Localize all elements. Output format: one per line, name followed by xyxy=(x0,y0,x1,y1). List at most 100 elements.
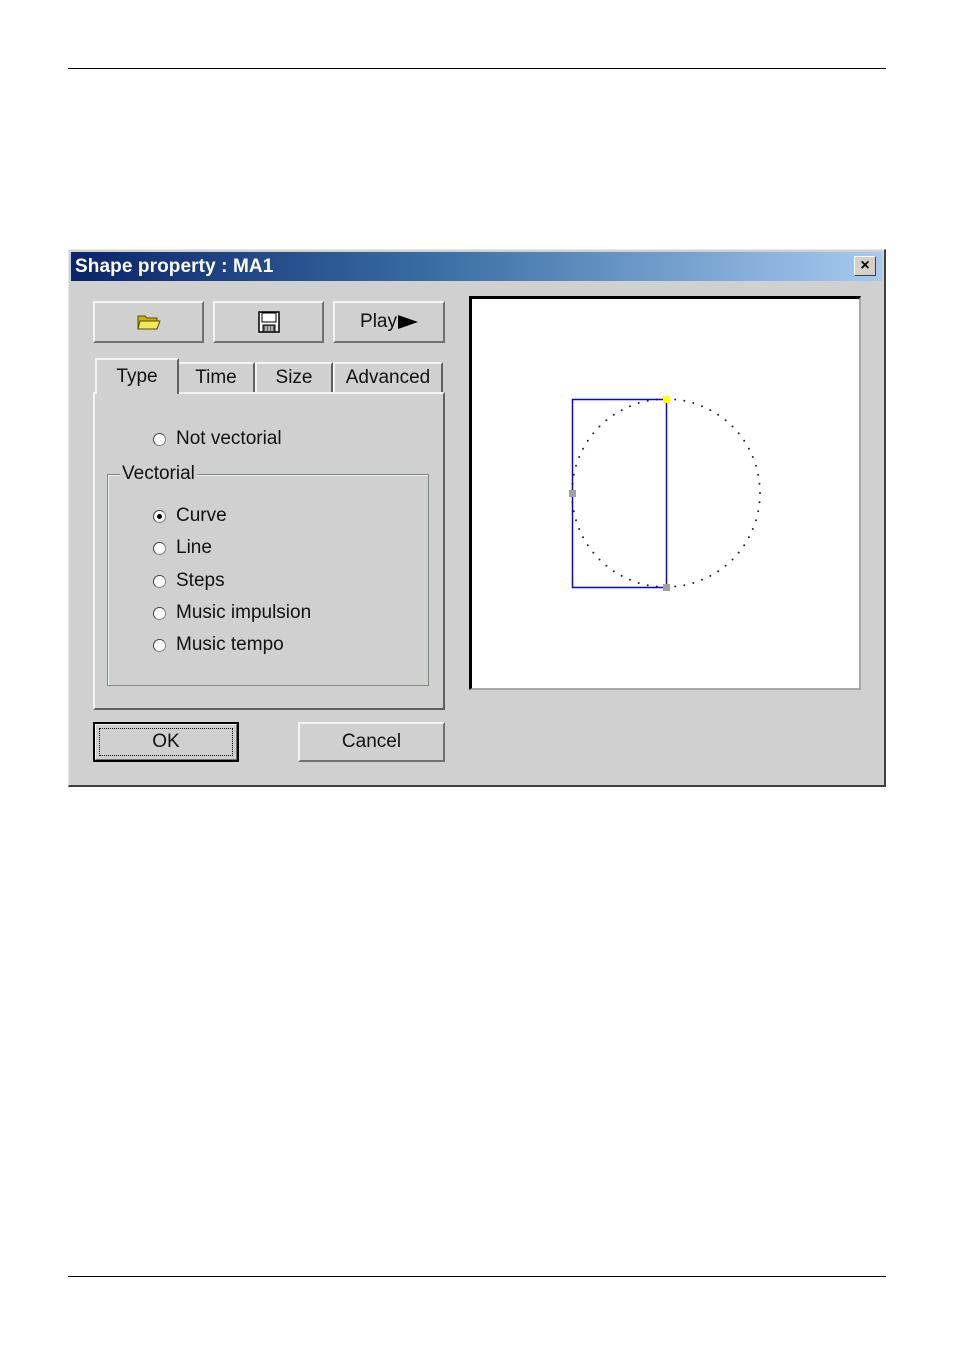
radio-music-tempo[interactable]: Music tempo xyxy=(153,634,284,656)
curve-point xyxy=(620,409,623,412)
title-bar[interactable]: Shape property : MA1 × xyxy=(71,252,882,281)
curve-point xyxy=(757,473,760,476)
tab-advanced-label: Advanced xyxy=(345,367,431,388)
curve-point xyxy=(737,432,740,435)
header-rule xyxy=(68,68,886,69)
curve-point xyxy=(592,551,595,554)
curve-point xyxy=(701,405,703,408)
radio-button[interactable] xyxy=(153,606,166,620)
curve-point xyxy=(747,536,750,539)
cancel-button[interactable]: Cancel xyxy=(298,722,445,762)
floppy-disk-icon xyxy=(257,311,280,333)
ok-label: OK xyxy=(152,731,180,752)
curve-point xyxy=(620,574,623,577)
curve-point xyxy=(674,585,677,588)
curve-point xyxy=(759,492,761,494)
radio-button[interactable] xyxy=(153,541,166,555)
save-button[interactable] xyxy=(213,301,324,343)
ok-button[interactable]: OK xyxy=(93,722,239,762)
curve-point xyxy=(637,582,640,584)
dialog-title: Shape property : MA1 xyxy=(75,255,274,277)
radio-steps[interactable]: Steps xyxy=(153,570,225,592)
footer-rule xyxy=(68,1276,886,1277)
vectorial-group-label: Vectorial xyxy=(120,463,197,485)
radio-label: Not vectorial xyxy=(176,428,282,449)
curve-point xyxy=(598,558,601,561)
preview-drawing xyxy=(569,396,761,591)
active-handle[interactable] xyxy=(663,396,670,403)
curve-point xyxy=(575,464,577,467)
curve-point xyxy=(646,584,649,587)
resize-handle[interactable] xyxy=(569,490,576,497)
curve-point xyxy=(674,398,677,401)
radio-label: Curve xyxy=(176,505,227,526)
tab-advanced[interactable]: Advanced xyxy=(333,362,443,392)
curve-point xyxy=(755,464,757,467)
radio-button[interactable] xyxy=(153,509,166,523)
cancel-label: Cancel xyxy=(341,731,402,752)
tab-type-label: Type xyxy=(116,366,158,387)
curve-point xyxy=(747,447,750,450)
shape-property-dialog: Shape property : MA1 × Play Type Time Si… xyxy=(68,249,886,787)
radio-label: Steps xyxy=(176,570,225,591)
curve-point xyxy=(751,456,754,458)
shape-preview-canvas[interactable] xyxy=(469,296,861,690)
resize-handle[interactable] xyxy=(663,584,670,591)
curve-point xyxy=(709,574,712,577)
radio-curve[interactable]: Curve xyxy=(153,505,227,527)
curve-point xyxy=(758,501,761,504)
curve-point xyxy=(737,551,740,554)
curve-point xyxy=(709,409,712,412)
curve-point xyxy=(724,564,727,567)
open-button[interactable] xyxy=(93,301,204,343)
folder-open-icon xyxy=(136,315,161,330)
curve-point xyxy=(758,482,761,485)
radio-label: Music impulsion xyxy=(176,602,312,623)
tab-time[interactable]: Time xyxy=(177,362,255,392)
curve-point xyxy=(743,544,746,547)
play-arrow-icon xyxy=(397,315,418,329)
curve-point xyxy=(717,413,720,416)
curve-point xyxy=(637,402,640,404)
type-tab-panel: Not vectorial Vectorial Curve Line Steps… xyxy=(93,392,445,710)
radio-label: Line xyxy=(176,537,212,558)
curve-point xyxy=(701,578,703,581)
radio-button[interactable] xyxy=(153,638,166,652)
curve-point xyxy=(582,447,585,450)
play-button[interactable]: Play xyxy=(333,301,445,343)
curve-point xyxy=(629,405,631,408)
curve-point xyxy=(743,439,746,442)
curve-point xyxy=(586,439,589,442)
curve-point xyxy=(605,419,608,422)
close-button[interactable]: × xyxy=(854,256,876,276)
curve-point xyxy=(575,519,577,522)
curve-point xyxy=(598,425,601,428)
curve-point xyxy=(751,528,754,530)
curve-point xyxy=(757,510,760,513)
selection-rectangle xyxy=(571,398,668,589)
curve-point xyxy=(692,402,695,404)
radio-music-impulsion[interactable]: Music impulsion xyxy=(153,602,311,624)
radio-button[interactable] xyxy=(153,574,166,588)
curve-point xyxy=(683,399,686,402)
radio-not-vectorial[interactable]: Not vectorial xyxy=(153,428,282,450)
curve-point xyxy=(612,570,615,573)
curve-point xyxy=(578,528,581,530)
close-icon: × xyxy=(860,257,870,274)
curve-point xyxy=(586,544,589,547)
tab-size[interactable]: Size xyxy=(255,362,333,392)
radio-label: Music tempo xyxy=(176,634,284,655)
tab-size-label: Size xyxy=(275,367,313,388)
tab-time-label: Time xyxy=(195,367,237,388)
radio-line[interactable]: Line xyxy=(153,537,212,559)
radio-button[interactable] xyxy=(153,432,166,446)
curve-point xyxy=(731,425,734,428)
curve-point xyxy=(692,582,695,584)
curve-point xyxy=(592,432,595,435)
curve-point xyxy=(578,456,581,458)
curve-point xyxy=(724,419,727,422)
tab-type[interactable]: Type xyxy=(95,358,179,394)
curve-point xyxy=(582,536,585,539)
curve-point xyxy=(612,413,615,416)
curve-point xyxy=(755,519,757,522)
